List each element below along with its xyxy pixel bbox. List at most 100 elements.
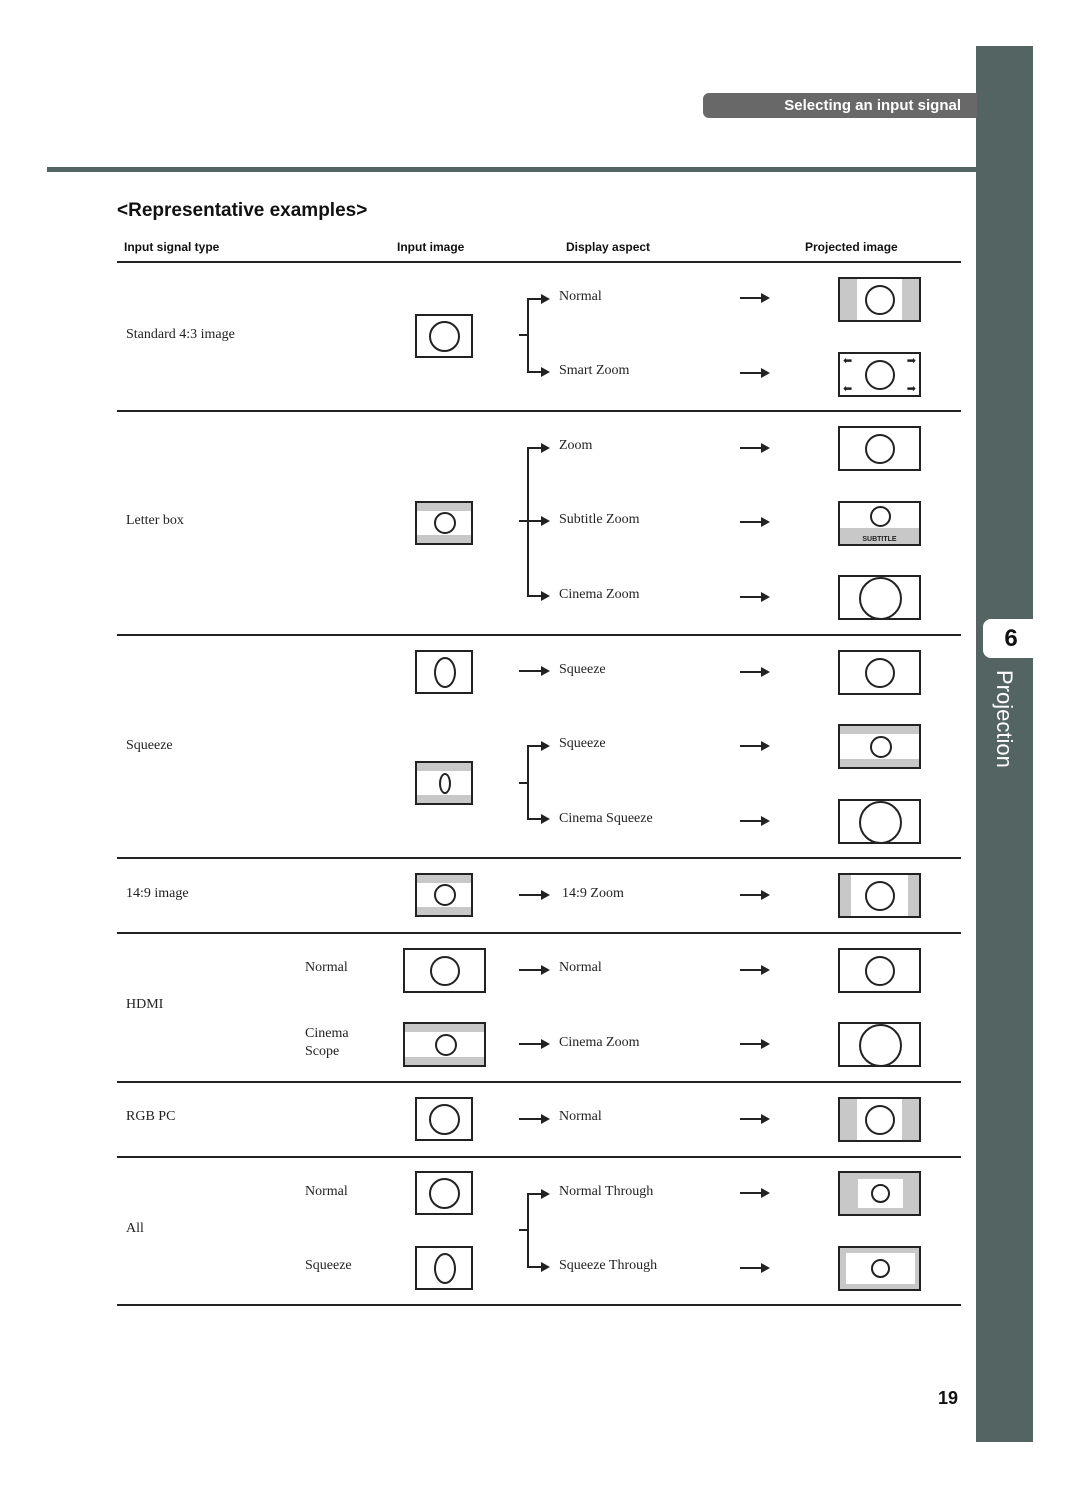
sub-type-label: Cinema (305, 1026, 349, 1041)
arrow-right-icon (740, 1188, 770, 1198)
circle-icon (865, 285, 895, 315)
row-divider (117, 410, 961, 412)
projected-image-icon (838, 1246, 921, 1291)
branch-connector (527, 1193, 529, 1267)
subtitle-label: SUBTITLE (862, 536, 897, 543)
circle-icon (870, 506, 891, 527)
header-divider (47, 167, 976, 172)
circle-icon (434, 884, 456, 906)
signal-type-label: RGB PC (126, 1109, 176, 1124)
projected-image-icon (838, 799, 921, 844)
signal-type-label: Squeeze (126, 738, 173, 753)
signal-type-label: 14:9 image (126, 886, 189, 901)
circle-icon (430, 956, 460, 986)
display-aspect-label: Normal (559, 1109, 602, 1124)
arrow-right-icon (740, 293, 770, 303)
display-aspect-label: Smart Zoom (559, 363, 630, 378)
arrow-right-icon (527, 814, 550, 824)
signal-type-label: Letter box (126, 513, 184, 528)
arrow-right-icon (519, 516, 550, 526)
circle-icon (429, 321, 460, 352)
circle-icon (871, 1259, 890, 1278)
arrow-right-icon: ➡ (906, 354, 916, 367)
row-divider (117, 857, 961, 859)
arrow-right-icon (740, 741, 770, 751)
section-title: <Representative examples> (117, 200, 368, 221)
sub-type-label: Normal (305, 960, 348, 975)
arrow-right-icon (527, 1189, 550, 1199)
input-image-icon (415, 650, 473, 694)
input-image-icon (415, 314, 473, 358)
arrow-right-icon (527, 294, 550, 304)
signal-type-label: Standard 4:3 image (126, 327, 235, 342)
projected-image-icon (838, 426, 921, 471)
projected-image-icon (838, 724, 921, 769)
arrow-right-icon (519, 1114, 550, 1124)
circle-icon (859, 801, 902, 842)
arrow-right-icon (740, 667, 770, 677)
arrow-right-icon (740, 1039, 770, 1049)
input-image-icon (415, 1097, 473, 1141)
column-header-projected-image: Projected image (805, 240, 898, 254)
arrow-right-icon (740, 443, 770, 453)
circle-icon (865, 434, 895, 464)
arrow-right-icon (740, 592, 770, 602)
display-aspect-label: Cinema Zoom (559, 1035, 640, 1050)
row-divider (117, 932, 961, 934)
display-aspect-label: Squeeze (559, 662, 606, 677)
input-image-icon (415, 1246, 473, 1290)
circle-icon (865, 1105, 895, 1135)
arrow-right-icon: ➡ (906, 382, 916, 395)
branch-connector (527, 447, 529, 597)
display-aspect-label: Subtitle Zoom (559, 512, 640, 527)
display-aspect-label: Normal (559, 960, 602, 975)
input-image-icon (403, 1022, 486, 1067)
page-number: 19 (938, 1388, 959, 1408)
projected-image-icon (838, 948, 921, 993)
sub-type-label: Squeeze (305, 1258, 352, 1273)
arrow-right-icon (740, 1114, 770, 1124)
arrow-left-icon: ⬅ (843, 382, 853, 395)
table-header-rule (117, 261, 961, 263)
input-image-icon (415, 873, 473, 917)
arrow-right-icon (740, 1263, 770, 1273)
circle-icon (871, 1184, 890, 1203)
projected-image-icon (838, 1171, 921, 1216)
arrow-right-icon (519, 890, 550, 900)
arrow-right-icon (527, 443, 550, 453)
row-divider (117, 634, 961, 636)
arrow-right-icon (527, 591, 550, 601)
column-header-signal-type: Input signal type (124, 240, 220, 254)
arrow-right-icon (740, 890, 770, 900)
table-bottom-rule (117, 1304, 961, 1306)
circle-icon (865, 360, 895, 390)
display-aspect-label: Squeeze (559, 736, 606, 751)
arrow-right-icon (740, 517, 770, 527)
arrow-right-icon (527, 1262, 550, 1272)
circle-icon (435, 1034, 457, 1056)
projected-image-icon (838, 277, 921, 322)
projected-image-icon (838, 1097, 921, 1142)
oval-icon (439, 773, 451, 794)
circle-icon (429, 1178, 460, 1209)
projected-image-icon (838, 575, 921, 620)
arrow-right-icon (519, 666, 550, 676)
row-divider (117, 1156, 961, 1158)
chapter-label: Projection (992, 670, 1017, 768)
branch-connector (527, 745, 529, 820)
display-aspect-label: Cinema Zoom (559, 587, 640, 602)
arrow-right-icon (519, 965, 550, 975)
oval-icon (434, 657, 456, 688)
display-aspect-label: 14:9 Zoom (562, 886, 624, 901)
input-image-icon (415, 501, 473, 545)
arrow-right-icon (740, 965, 770, 975)
row-divider (117, 1081, 961, 1083)
column-header-input-image: Input image (397, 240, 465, 254)
display-aspect-label: Squeeze Through (559, 1258, 658, 1273)
input-image-icon (403, 948, 486, 993)
chapter-number: 6 (983, 619, 1033, 658)
circle-icon (865, 956, 895, 986)
arrow-right-icon (527, 367, 550, 377)
column-header-display-aspect: Display aspect (566, 240, 651, 254)
circle-icon (865, 658, 895, 688)
